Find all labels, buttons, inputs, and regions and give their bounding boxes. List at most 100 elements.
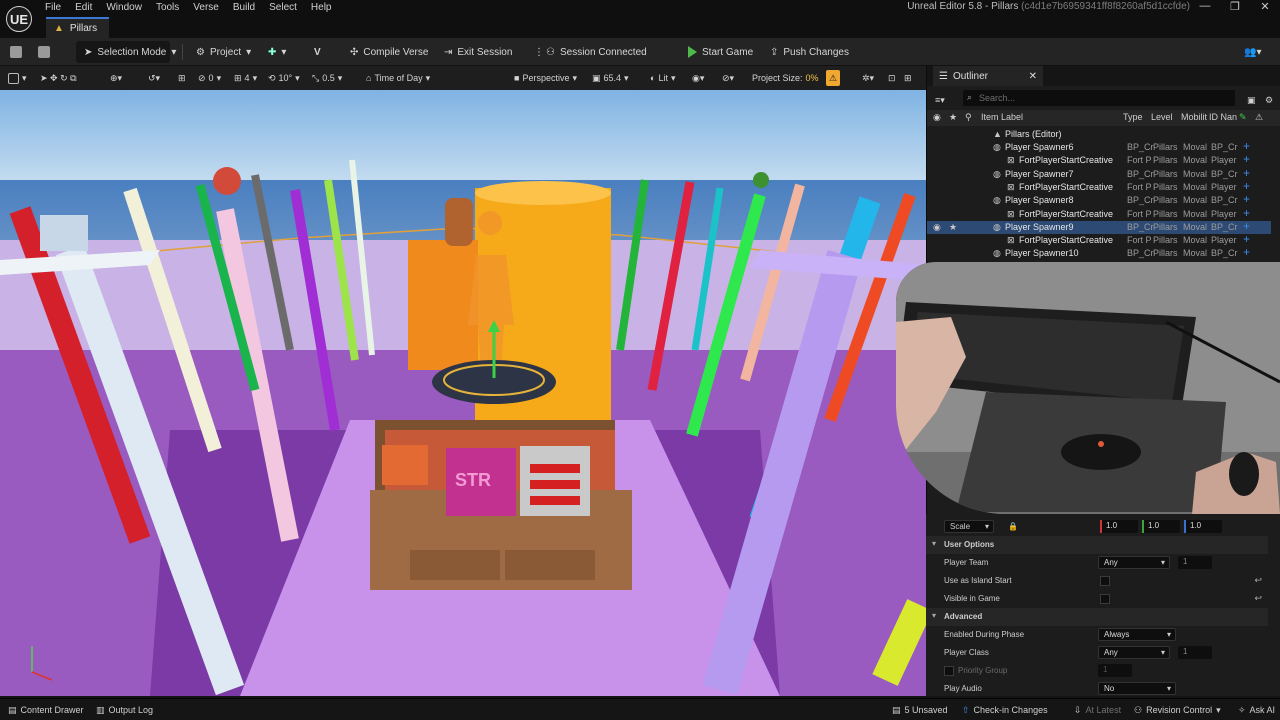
menu-file[interactable]: File (38, 0, 68, 14)
column-item-label[interactable]: Item Label (981, 112, 1023, 122)
close-window-icon[interactable]: ✕ (1250, 0, 1280, 13)
content-drawer-button[interactable]: ▤ Content Drawer (8, 703, 84, 717)
level-tab[interactable]: ▲ Pillars (46, 17, 110, 38)
add-icon[interactable]: + (1243, 179, 1250, 193)
column-type[interactable]: Type (1123, 112, 1143, 122)
reset-icon[interactable]: ↩ (1254, 575, 1262, 586)
column-mobility[interactable]: Mobilit (1181, 112, 1207, 122)
menu-window[interactable]: Window (99, 0, 149, 14)
translate-icon[interactable]: ➤ ✥ ↻ ⧉ (40, 70, 77, 86)
show-flags-icon[interactable]: ◉▾ (692, 70, 704, 86)
player-class-dropdown[interactable]: Any (1098, 646, 1170, 659)
outliner-row[interactable]: ⊠ FortPlayerStartCreative Fort PPillars Mov… (927, 206, 1271, 221)
favorite-column-icon[interactable]: ★ (949, 112, 957, 123)
add-icon[interactable]: + (1243, 245, 1250, 259)
menu-select[interactable]: Select (262, 0, 304, 14)
fov-field[interactable]: ▣ 65.4 ▾ (592, 70, 629, 86)
viewport-settings-icon[interactable]: ✲▾ (862, 70, 874, 86)
add-icon[interactable]: + (1243, 219, 1250, 233)
pin-column-icon[interactable]: ⚲ (965, 112, 972, 123)
perspective-dropdown[interactable]: ■ Perspective ▾ (514, 70, 577, 86)
add-icon[interactable]: + (1243, 206, 1250, 220)
outliner-search-input[interactable]: Search... (963, 90, 1235, 106)
users-icon[interactable]: 👥▾ (1244, 41, 1261, 63)
scale-snap[interactable]: ⤡ 0.5 ▾ (312, 70, 342, 86)
session-status[interactable]: ⚇ Session Connected (546, 41, 647, 63)
user-options-category[interactable]: ▾ User Options (926, 536, 1268, 554)
add-icon[interactable]: + (1243, 139, 1250, 153)
player-team-index[interactable]: 1 (1178, 556, 1212, 569)
restore-icon[interactable]: ❐ (1220, 0, 1250, 13)
add-icon[interactable]: + (1243, 232, 1250, 246)
island-start-checkbox[interactable] (1100, 576, 1110, 586)
visibility-column-icon[interactable]: ◉ (933, 112, 941, 123)
time-of-day-button[interactable]: ⌂ Time of Day ▾ (366, 70, 430, 86)
column-level[interactable]: Level (1151, 112, 1173, 122)
layout-icon[interactable]: ⊞ (904, 70, 912, 86)
add-icon[interactable]: + (1243, 192, 1250, 206)
outliner-row[interactable]: ◍ Player Spawner6 BP_Cr Pillars Moval BP_Cr + (927, 139, 1271, 154)
more-options-icon[interactable]: ⋮ (534, 41, 544, 63)
scale-mode-dropdown[interactable]: Scale (944, 520, 994, 533)
warning-icon[interactable]: ⚠ (826, 70, 841, 86)
priority-group-field[interactable]: 1 (1098, 664, 1132, 677)
menu-tools[interactable]: Tools (149, 0, 186, 14)
reset-icon[interactable]: ↩ (1254, 593, 1262, 604)
compile-verse-button[interactable]: ✣ Compile Verse (350, 41, 428, 63)
world-space-icon[interactable]: ⊕▾ (110, 70, 122, 86)
ask-ai-button[interactable]: ✧ Ask AI (1238, 703, 1275, 717)
visible-in-game-checkbox[interactable] (1100, 594, 1110, 604)
angle-snap[interactable]: ⟲ 10° ▾ (268, 70, 300, 86)
unreal-logo-icon[interactable]: UE (6, 6, 32, 32)
enabled-phase-dropdown[interactable]: Always (1098, 628, 1176, 641)
outliner-row[interactable]: ◍ Player Spawner7 BP_Cr Pillars Moval BP_Cr + (927, 166, 1271, 181)
save-button[interactable] (10, 41, 22, 63)
outliner-row[interactable]: ◍ Player Spawner8 BP_Cr Pillars Moval BP_Cr + (927, 192, 1271, 207)
player-class-index[interactable]: 1 (1178, 646, 1212, 659)
rotate-snap-b[interactable]: ⊞ 4 ▾ (234, 70, 257, 86)
grid-snap-toggle[interactable]: ⊞ (178, 70, 186, 86)
view-mode-dropdown[interactable]: ◐ Lit ▾ (650, 70, 675, 86)
unsaved-button[interactable]: ▤ 5 Unsaved (892, 703, 948, 717)
add-icon[interactable]: + (1243, 152, 1250, 166)
visibility-eye-icon[interactable]: ◉ (933, 222, 941, 233)
menu-verse[interactable]: Verse (186, 0, 226, 14)
lock-icon[interactable]: 🔒 (1008, 522, 1018, 531)
add-folder-icon[interactable]: ▣ (1247, 92, 1256, 108)
transform-mode-select[interactable]: ▾ (8, 70, 27, 86)
outliner-row[interactable]: ◉ ★ ◍ Player Spawner9 BP_Cr Pillars Moval BP_Cr… (927, 219, 1271, 234)
maximize-viewport-icon[interactable]: ⊡ (888, 70, 896, 86)
menu-edit[interactable]: Edit (68, 0, 99, 14)
scale-x-field[interactable]: 1.0 (1100, 520, 1138, 533)
level-viewport[interactable]: STR (0, 90, 926, 696)
advanced-category[interactable]: ▾ Advanced (926, 608, 1268, 626)
play-audio-dropdown[interactable]: No (1098, 682, 1176, 695)
add-icon[interactable]: + (1243, 166, 1250, 180)
selection-mode-dropdown[interactable]: ➤ Selection Mode ▾ (76, 41, 176, 63)
revision-control-button[interactable]: ⚇ Revision Control ▾ (1134, 703, 1221, 717)
content-browse-button[interactable] (38, 41, 50, 63)
verse-icon[interactable]: V (314, 41, 321, 63)
column-id-name[interactable]: ID Nan (1209, 112, 1237, 122)
warning-column-icon[interactable]: ⚠ (1255, 112, 1263, 123)
scale-z-field[interactable]: 1.0 (1184, 520, 1222, 533)
push-changes-button[interactable]: ⇪ Push Changes (770, 41, 849, 63)
priority-group-checkbox[interactable] (944, 666, 954, 676)
outliner-row[interactable]: ⊠ FortPlayerStartCreative Fort PPillars Mov… (927, 179, 1271, 194)
minimize-icon[interactable]: — (1190, 0, 1220, 13)
outliner-root-row[interactable]: ▲ Pillars (Editor) (927, 128, 1271, 141)
outliner-row[interactable]: ⊠ FortPlayerStartCreative Fort PPillars Mov… (927, 232, 1271, 247)
start-game-button[interactable]: Start Game (688, 41, 753, 63)
outliner-tab[interactable]: ☰ Outliner ✕ (933, 66, 1043, 86)
player-team-dropdown[interactable]: Any (1098, 556, 1170, 569)
menu-help[interactable]: Help (304, 0, 339, 14)
scale-y-field[interactable]: 1.0 (1142, 520, 1180, 533)
outliner-row[interactable]: ⊠ FortPlayerStartCreative Fort PPillars Mov… (927, 152, 1271, 167)
exit-session-button[interactable]: ⇥ Exit Session (444, 41, 512, 63)
checkin-button[interactable]: ⇧ Check-in Changes (962, 703, 1048, 717)
favorite-star-icon[interactable]: ★ (949, 222, 957, 233)
close-tab-icon[interactable]: ✕ (1029, 71, 1037, 82)
filter-icon[interactable]: ≡▾ (935, 92, 945, 108)
output-log-button[interactable]: ▥ Output Log (96, 703, 153, 717)
source-control-icon[interactable]: ✎ (1239, 112, 1247, 123)
